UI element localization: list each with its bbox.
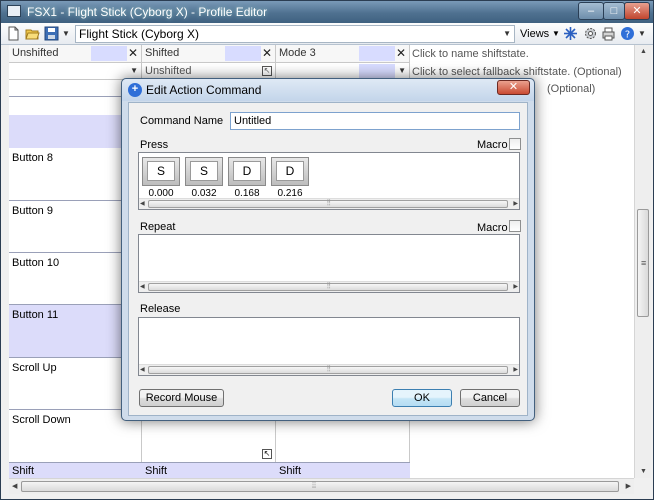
- profile-select[interactable]: Flight Stick (Cyborg X) ▼: [75, 25, 515, 43]
- profile-editor-window: FSX1 - Flight Stick (Cyborg X) - Profile…: [0, 0, 654, 500]
- command-name-label: Command Name: [140, 115, 224, 127]
- repeat-macro-checkbox[interactable]: [509, 220, 521, 232]
- key-button[interactable]: D: [228, 157, 266, 186]
- scroll-right-arrow[interactable]: ▶: [626, 482, 631, 490]
- key-button[interactable]: D: [271, 157, 309, 186]
- toolbar: ▼ Flight Stick (Cyborg X) ▼ Views ▼ ? ▼: [1, 23, 653, 45]
- optional-note: (Optional): [547, 83, 596, 95]
- open-folder-icon[interactable]: [25, 26, 40, 41]
- scroll-thumb[interactable]: ≡: [637, 209, 649, 317]
- macro-label: Macro: [477, 139, 508, 151]
- title-bar: FSX1 - Flight Stick (Cyborg X) - Profile…: [1, 1, 653, 23]
- scroll-down-arrow[interactable]: ▼: [640, 468, 647, 475]
- repeat-label: Repeat: [140, 221, 176, 233]
- press-panel[interactable]: S S D D 0.000 0.032 0.168 0.216 ◀ ⦙⦙ ▶: [138, 152, 520, 210]
- press-scrollbar[interactable]: ◀ ⦙⦙ ▶: [139, 198, 519, 209]
- key-button[interactable]: S: [142, 157, 180, 186]
- footer-label: Shift: [145, 465, 168, 477]
- new-file-icon[interactable]: [6, 26, 21, 41]
- chevron-down-icon: ▼: [552, 29, 560, 38]
- window-title: FSX1 - Flight Stick (Cyborg X) - Profile…: [27, 5, 268, 19]
- help-icon[interactable]: ?: [620, 26, 635, 41]
- repeat-panel[interactable]: ◀ ⦙⦙ ▶: [138, 234, 520, 293]
- link-icon[interactable]: ↖: [262, 449, 272, 459]
- fallback-select-unshifted[interactable]: ▼: [9, 63, 142, 80]
- footer-label: Shift: [12, 465, 35, 477]
- help-dropdown-arrow[interactable]: ▼: [638, 29, 646, 38]
- command-name-input[interactable]: Untitled: [230, 112, 520, 130]
- cancel-button[interactable]: Cancel: [460, 389, 520, 407]
- vertical-scrollbar[interactable]: ▲ ≡ ▼: [634, 45, 651, 478]
- header-note[interactable]: Click to name shiftstate.: [412, 48, 529, 60]
- link-icon[interactable]: ↖: [262, 66, 272, 76]
- ok-button[interactable]: OK: [392, 389, 452, 407]
- crosshair-icon: +: [128, 83, 142, 97]
- dialog-title: Edit Action Command: [146, 83, 262, 97]
- svg-text:?: ?: [625, 30, 630, 41]
- chevron-down-icon: ▼: [130, 66, 138, 75]
- close-column-icon[interactable]: ✕: [262, 45, 272, 62]
- print-icon[interactable]: [601, 26, 616, 41]
- dialog-title-bar: + Edit Action Command ✕: [122, 79, 534, 101]
- close-column-icon[interactable]: ✕: [128, 45, 138, 62]
- dialog-body: Command Name Untitled Press Macro S S D …: [128, 102, 528, 416]
- snowflake-icon[interactable]: [563, 26, 578, 41]
- column-header-mode-3[interactable]: Mode 3 ✕: [276, 45, 410, 63]
- chevron-down-icon: ▼: [398, 66, 406, 75]
- scroll-up-arrow[interactable]: ▲: [640, 48, 647, 55]
- scroll-left-arrow[interactable]: ◀: [12, 482, 17, 490]
- scroll-thumb[interactable]: ⦙⦙: [21, 480, 619, 492]
- app-icon: [7, 5, 21, 17]
- close-button[interactable]: ✕: [624, 2, 650, 20]
- dialog-close-button[interactable]: ✕: [497, 80, 530, 95]
- column-header-unshifted[interactable]: Unshifted ✕: [9, 45, 142, 63]
- key-button[interactable]: S: [185, 157, 223, 186]
- edit-action-command-dialog: + Edit Action Command ✕ Command Name Unt…: [121, 78, 535, 421]
- gear-icon[interactable]: [583, 26, 598, 41]
- fallback-note[interactable]: Click to select fallback shiftstate. (Op…: [412, 66, 622, 78]
- column-header-shifted[interactable]: Shifted ✕: [142, 45, 276, 63]
- profile-select-value: Flight Stick (Cyborg X): [79, 27, 200, 41]
- press-macro-checkbox[interactable]: [509, 138, 521, 150]
- horizontal-scrollbar[interactable]: ◀ ⦙⦙ ▶: [9, 478, 634, 494]
- release-scrollbar[interactable]: ◀ ⦙⦙ ▶: [139, 364, 519, 375]
- macro-label: Macro: [477, 222, 508, 234]
- save-dropdown-arrow[interactable]: ▼: [62, 29, 70, 38]
- footer-label: Shift: [279, 465, 302, 477]
- minimize-button[interactable]: –: [578, 2, 604, 20]
- close-column-icon[interactable]: ✕: [396, 45, 406, 62]
- release-label: Release: [140, 303, 181, 315]
- views-menu[interactable]: Views: [520, 28, 549, 40]
- record-mouse-button[interactable]: Record Mouse: [139, 389, 224, 407]
- release-panel[interactable]: ◀ ⦙⦙ ▶: [138, 317, 520, 376]
- repeat-scrollbar[interactable]: ◀ ⦙⦙ ▶: [139, 281, 519, 292]
- chevron-down-icon: ▼: [503, 29, 511, 38]
- maximize-button[interactable]: □: [603, 2, 625, 20]
- shift-footer-row: Shift Shift Shift: [9, 462, 410, 478]
- press-label: Press: [140, 139, 169, 151]
- save-icon[interactable]: [44, 26, 59, 41]
